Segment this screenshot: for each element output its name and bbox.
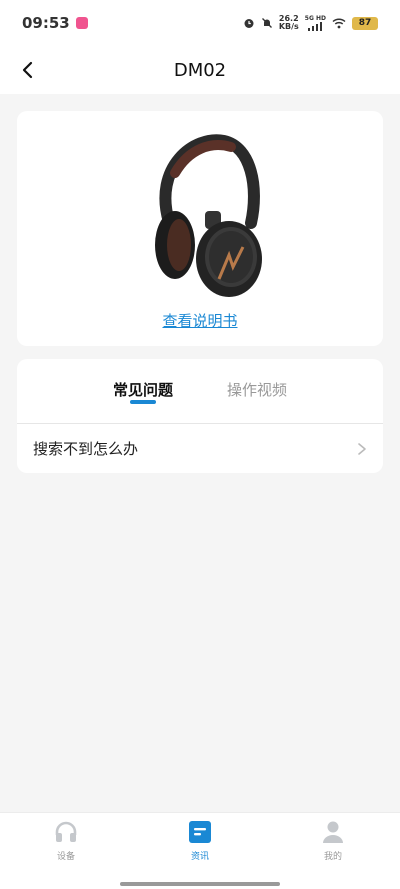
product-card: 查看说明书 (17, 111, 383, 346)
faq-list-item[interactable]: 搜索不到怎么办 (17, 424, 383, 473)
chevron-right-icon (358, 442, 366, 455)
page-title: DM02 (173, 59, 227, 81)
chevron-left-icon (22, 61, 33, 79)
faq-item-text: 搜索不到怎么办 (33, 440, 139, 458)
tab-videos[interactable]: 操作视频 (227, 379, 287, 400)
faq-tabs: 常见问题 操作视频 (17, 359, 383, 423)
cellular-signal: 5G HD (305, 15, 326, 31)
nav-item-news[interactable]: 资讯 (160, 821, 240, 862)
nav-item-device[interactable]: 设备 (26, 821, 106, 862)
signal-bars-icon (308, 21, 323, 31)
headphones-icon (55, 821, 77, 842)
back-button[interactable] (16, 58, 40, 82)
page-header: DM02 (0, 46, 400, 94)
wifi-icon (332, 17, 346, 28)
news-icon (189, 821, 211, 843)
bottom-nav: 设备 资讯 我的 (0, 812, 400, 889)
network-speed: 26.2 KB/s (279, 15, 299, 31)
nav-label-device: 设备 (56, 852, 75, 862)
status-bar: 09:53 26.2 KB/s 5G HD 87 (0, 0, 400, 46)
battery-indicator: 87 (352, 16, 378, 30)
person-icon (323, 821, 343, 843)
headphone-product-image (155, 134, 262, 297)
tab-faq[interactable]: 常见问题 (113, 379, 173, 400)
view-manual-link[interactable]: 查看说明书 (17, 310, 383, 331)
status-icons: 26.2 KB/s 5G HD 87 (243, 15, 378, 31)
home-indicator[interactable] (120, 882, 280, 886)
app-notification-icon (75, 17, 88, 29)
battery-level: 87 (358, 18, 372, 28)
status-time: 09:53 (22, 14, 70, 32)
nav-label-mine: 我的 (323, 852, 342, 862)
alarm-icon (244, 19, 254, 28)
active-tab-indicator (130, 400, 156, 404)
faq-card: 常见问题 操作视频 搜索不到怎么办 (17, 359, 383, 473)
nav-label-news: 资讯 (190, 852, 209, 862)
nav-item-mine[interactable]: 我的 (293, 821, 373, 862)
network-speed-unit: KB/s (278, 22, 299, 31)
mute-bell-icon (261, 18, 272, 28)
